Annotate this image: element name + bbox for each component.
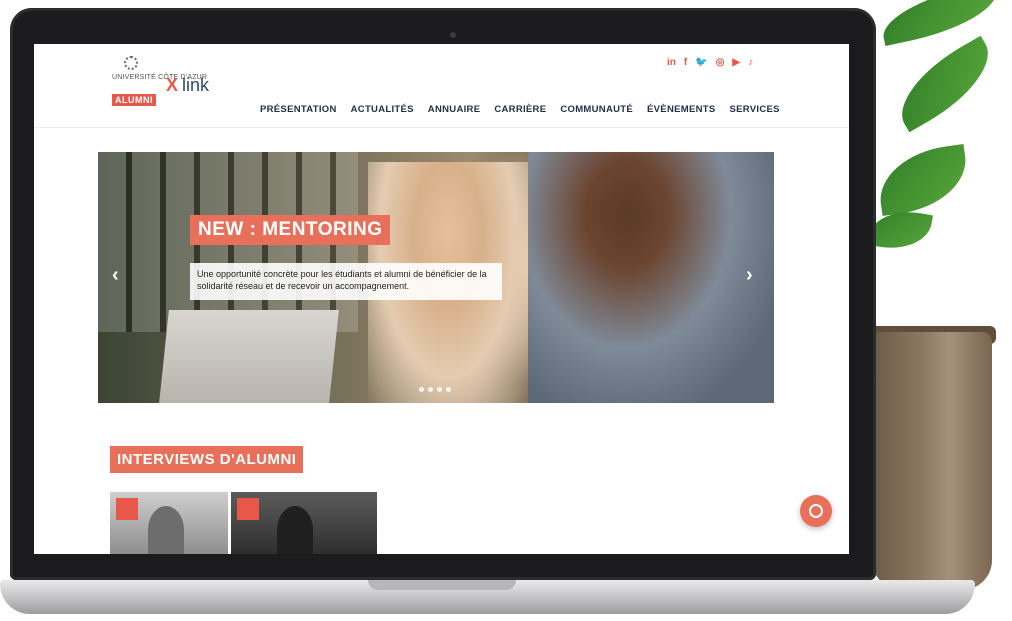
website-screen: UNIVERSITÉ CÔTE D'AZUR ALUMNI X link in … — [34, 44, 849, 554]
linkedin-icon[interactable]: in — [667, 57, 676, 69]
alumni-badge-icon — [237, 498, 259, 520]
interview-photo — [148, 506, 184, 554]
facebook-icon[interactable]: f — [684, 57, 687, 69]
camera-icon — [450, 32, 456, 38]
nav-item-communaute[interactable]: COMMUNAUTÉ — [560, 104, 633, 115]
hero-photo-laptop — [159, 310, 339, 403]
hero-tag[interactable]: NEW : MENTORING — [190, 215, 391, 245]
instagram-icon[interactable]: ◎ — [716, 57, 725, 69]
nav-item-annuaire[interactable]: ANNUAIRE — [428, 104, 481, 115]
compass-button[interactable] — [800, 495, 832, 527]
carousel-dot[interactable] — [419, 387, 424, 392]
hero-photo-man — [528, 152, 774, 403]
carousel-dot[interactable] — [437, 387, 442, 392]
carousel-dot[interactable] — [446, 387, 451, 392]
carousel-dot[interactable] — [428, 387, 433, 392]
nav-item-services[interactable]: SERVICES — [730, 104, 780, 115]
compass-icon — [809, 504, 823, 518]
main-nav: PRÉSENTATION ACTUALITÉS ANNUAIRE CARRIÈR… — [260, 104, 780, 115]
plant-pot — [872, 332, 992, 590]
interview-card[interactable] — [231, 492, 377, 554]
interview-photo — [277, 506, 313, 554]
nav-item-actualites[interactable]: ACTUALITÉS — [351, 104, 414, 115]
youtube-icon[interactable]: ▶ — [732, 57, 740, 69]
logo-product-name: link — [182, 75, 210, 95]
site-header: UNIVERSITÉ CÔTE D'AZUR ALUMNI X link in … — [34, 44, 849, 128]
alumni-badge-icon — [116, 498, 138, 520]
carousel-dots — [419, 387, 451, 392]
nav-item-carriere[interactable]: CARRIÈRE — [494, 104, 546, 115]
hero-carousel: NEW : MENTORING Une opportunité concrète… — [98, 152, 774, 403]
nav-item-evenements[interactable]: ÉVÈNEMENTS — [647, 104, 715, 115]
interview-card[interactable] — [110, 492, 228, 554]
carousel-next-icon[interactable]: › — [746, 264, 753, 287]
logo-x-mark: X — [166, 75, 179, 95]
interviews-title: INTERVIEWS D'ALUMNI — [110, 446, 304, 473]
tiktok-icon[interactable]: ♪ — [748, 57, 753, 69]
carousel-prev-icon[interactable]: ‹ — [112, 264, 119, 287]
twitter-icon[interactable]: 🐦 — [695, 57, 707, 69]
laptop-notch — [368, 580, 516, 590]
hero-description: Une opportunité concrète pour les étudia… — [190, 263, 502, 300]
nav-item-presentation[interactable]: PRÉSENTATION — [260, 104, 337, 115]
university-logo-icon — [124, 56, 138, 70]
site-logo[interactable]: UNIVERSITÉ CÔTE D'AZUR ALUMNI X link — [112, 56, 222, 114]
logo-alumni-badge: ALUMNI — [112, 94, 156, 106]
social-links: in f 🐦 ◎ ▶ ♪ — [667, 57, 753, 69]
